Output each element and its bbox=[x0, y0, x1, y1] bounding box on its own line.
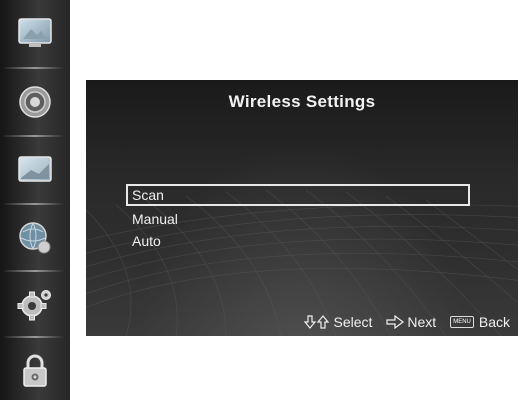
sidebar bbox=[0, 0, 70, 400]
sidebar-item-picture[interactable] bbox=[0, 0, 70, 66]
next-hint: Next bbox=[386, 314, 436, 330]
menu-item-auto[interactable]: Auto bbox=[126, 230, 470, 252]
sidebar-item-lock[interactable] bbox=[0, 338, 70, 404]
right-arrow-icon bbox=[386, 315, 405, 329]
network-icon bbox=[19, 222, 51, 254]
panel-title: Wireless Settings bbox=[228, 92, 376, 111]
sidebar-item-screen[interactable] bbox=[0, 137, 70, 203]
menu-item-label: Scan bbox=[132, 187, 164, 203]
select-hint-label: Select bbox=[333, 314, 373, 330]
sidebar-item-settings[interactable] bbox=[0, 272, 70, 338]
next-hint-label: Next bbox=[407, 314, 437, 330]
footer-hints: Select Next MENU Back bbox=[304, 312, 510, 332]
menu-item-scan[interactable]: Scan bbox=[126, 184, 470, 206]
back-hint-label: Back bbox=[478, 314, 510, 330]
menu-item-label: Manual bbox=[132, 211, 178, 227]
settings-gear-icon bbox=[17, 290, 51, 321]
menu-item-label: Auto bbox=[132, 233, 161, 249]
lock-icon bbox=[23, 354, 47, 387]
sidebar-item-sound[interactable] bbox=[0, 69, 70, 135]
picture-icon bbox=[18, 18, 52, 47]
screen-icon bbox=[18, 156, 52, 182]
sound-icon bbox=[19, 86, 51, 118]
back-hint: MENU Back bbox=[450, 314, 510, 330]
menu-item-manual[interactable]: Manual bbox=[126, 208, 470, 230]
select-hint: Select bbox=[304, 314, 372, 330]
up-down-arrows-icon bbox=[304, 315, 330, 329]
sidebar-item-network[interactable] bbox=[0, 205, 70, 271]
menu-key-icon: MENU bbox=[450, 316, 474, 328]
wireless-settings-panel: Wireless Settings Scan Manual Auto Selec… bbox=[86, 80, 518, 336]
